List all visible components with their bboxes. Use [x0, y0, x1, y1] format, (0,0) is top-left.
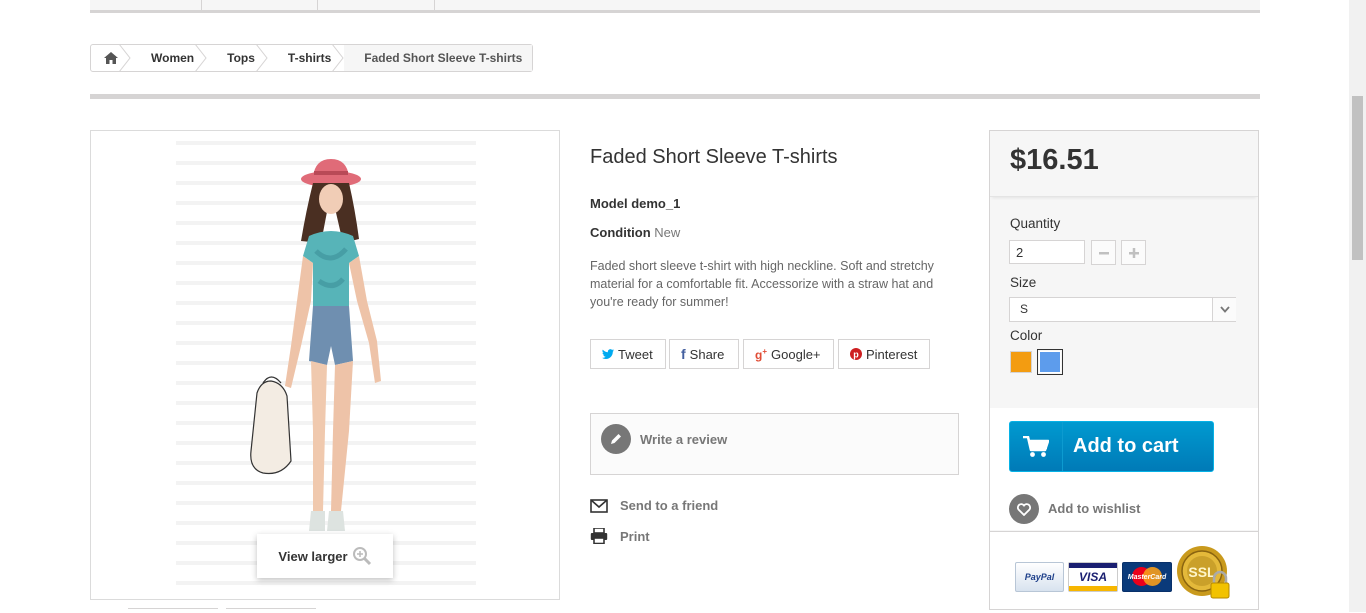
write-review-link[interactable]: Write a review: [640, 432, 727, 447]
chevron-down-icon[interactable]: [1212, 298, 1236, 321]
visa-label: VISA: [1078, 570, 1107, 584]
condition-label: Condition: [590, 225, 651, 240]
cart-icon: [1010, 422, 1063, 471]
print-link[interactable]: Print: [590, 528, 650, 544]
breadcrumb-home[interactable]: [91, 44, 131, 72]
pinterest-icon: p: [850, 348, 862, 360]
paypal-logo: PayPal: [1015, 562, 1064, 592]
twitter-icon: [602, 348, 614, 359]
minus-icon: [1098, 251, 1109, 254]
pinterest-label: Pinterest: [866, 346, 918, 362]
breadcrumb-current: Faded Short Sleeve T-shirts: [344, 45, 533, 71]
envelope-icon: [590, 498, 608, 513]
scrollbar-thumb[interactable]: [1352, 96, 1363, 260]
share-label: Share: [689, 346, 725, 362]
printer-icon: [590, 528, 608, 544]
add-to-wishlist-link[interactable]: Add to wishlist: [1048, 501, 1140, 516]
breadcrumb-label: Women: [151, 51, 195, 65]
mastercard-label: MasterCard: [1127, 573, 1167, 581]
google-plus-label: Google+: [771, 346, 821, 362]
color-swatch-blue[interactable]: [1039, 351, 1061, 373]
ssl-seal: SSL: [1176, 545, 1236, 603]
plus-icon: [1128, 247, 1139, 258]
view-larger-label: View larger: [278, 548, 348, 564]
menu-divider: [317, 0, 318, 10]
quantity-plus-button[interactable]: [1121, 240, 1146, 265]
google-plus-icon: g+: [755, 346, 768, 362]
color-label: Color: [1010, 328, 1043, 343]
menu-divider: [434, 0, 435, 10]
mastercard-logo: MasterCard: [1122, 562, 1172, 592]
thumbnail[interactable]: [128, 608, 218, 613]
breadcrumb-label: T-shirts: [287, 51, 332, 65]
send-to-friend-label: Send to a friend: [620, 498, 719, 513]
model-value: demo_1: [631, 196, 681, 211]
product-condition: Condition New: [590, 225, 680, 240]
print-label: Print: [620, 528, 650, 544]
tweet-button[interactable]: Tweet: [590, 339, 666, 369]
pinterest-button[interactable]: p Pinterest: [838, 339, 930, 369]
scrollbar-track[interactable]: [1349, 0, 1366, 612]
product-image[interactable]: [90, 130, 560, 600]
heart-icon[interactable]: [1009, 494, 1039, 524]
breadcrumb: Women Tops T-shirts Faded Short Sleeve T…: [90, 44, 534, 72]
add-to-cart-label: Add to cart: [1073, 435, 1179, 457]
thumbnail[interactable]: [226, 608, 316, 613]
model-label: Model: [590, 196, 628, 211]
zoom-icon: [352, 547, 371, 566]
facebook-icon: f: [681, 346, 686, 362]
size-label: Size: [1010, 275, 1037, 290]
ssl-label: SSL: [1188, 564, 1216, 580]
condition-value: New: [654, 225, 681, 240]
top-menu-bar: [90, 0, 1260, 13]
breadcrumb-label: Tops: [227, 51, 255, 65]
size-select[interactable]: S: [1009, 297, 1236, 322]
share-button[interactable]: f Share: [669, 339, 739, 369]
visa-logo: VISA: [1068, 562, 1118, 592]
add-to-cart-button[interactable]: Add to cart: [1009, 421, 1214, 472]
color-swatch-orange[interactable]: [1010, 351, 1032, 373]
home-icon: [104, 52, 118, 64]
breadcrumb-tshirts[interactable]: T-shirts: [268, 44, 344, 72]
quantity-label: Quantity: [1010, 216, 1061, 231]
tweet-label: Tweet: [618, 346, 653, 362]
product-model: Model demo_1: [590, 196, 680, 211]
product-description: Faded short sleeve t-shirt with high nec…: [590, 259, 934, 309]
breadcrumb-current-label: Faded Short Sleeve T-shirts: [364, 51, 523, 65]
breadcrumb-women[interactable]: Women: [131, 44, 207, 72]
quantity-input[interactable]: 2: [1009, 240, 1085, 264]
breadcrumb-tops[interactable]: Tops: [207, 44, 268, 72]
google-plus-button[interactable]: g+ Google+: [743, 339, 834, 369]
view-larger-button[interactable]: View larger: [257, 534, 393, 578]
quantity-minus-button[interactable]: [1091, 240, 1116, 265]
pencil-icon[interactable]: [601, 424, 631, 454]
product-photo: [176, 141, 476, 585]
send-to-friend-link[interactable]: Send to a friend: [590, 498, 718, 513]
product-title: Faded Short Sleeve T-shirts: [590, 146, 838, 168]
divider: [90, 94, 1260, 99]
menu-divider: [201, 0, 202, 10]
product-price: $16.51: [1010, 144, 1099, 176]
svg-text:p: p: [853, 350, 859, 360]
